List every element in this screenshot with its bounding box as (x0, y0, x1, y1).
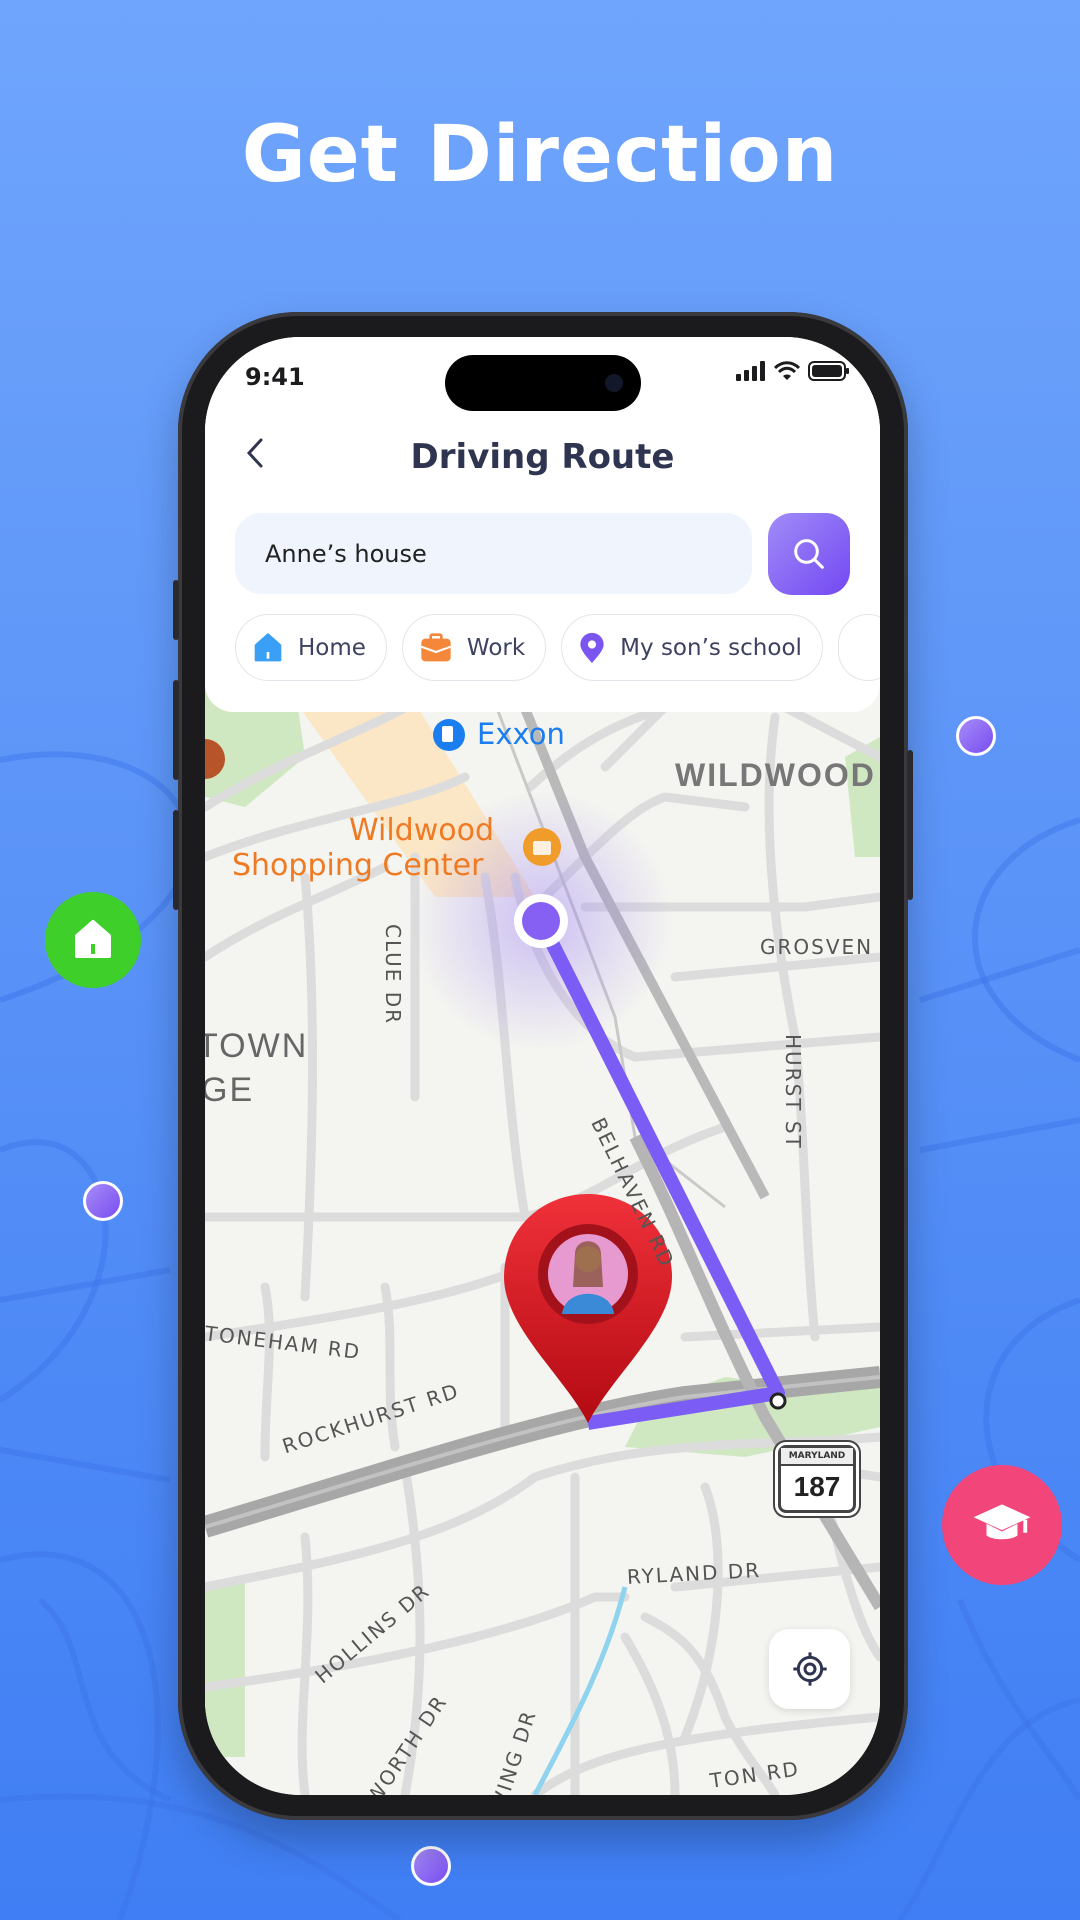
chip-more[interactable] (837, 614, 880, 681)
exxon-icon (433, 719, 465, 751)
decorative-dot (956, 716, 996, 756)
status-time: 9:41 (245, 363, 305, 391)
headline: Get Direction (241, 110, 839, 200)
crosshair-icon (792, 1652, 827, 1686)
phone-side-button (907, 750, 913, 900)
route-shield: MARYLAND 187 (778, 1445, 856, 1513)
search-input[interactable] (235, 513, 752, 594)
start-location-dot-inner (522, 902, 560, 940)
status-icons (736, 361, 850, 381)
map-label-town: GE (205, 1071, 255, 1109)
phone-side-button (173, 810, 179, 910)
home-icon (254, 632, 282, 661)
chip-my-sons-school[interactable]: My son’s school (561, 614, 823, 681)
chip-work[interactable]: Work (401, 614, 547, 681)
decorative-dot (83, 1181, 123, 1221)
route-end-marker (769, 1392, 787, 1410)
location-pin-icon (580, 632, 604, 663)
page-title: Driving Route (410, 437, 675, 477)
home-icon (75, 920, 111, 958)
search-button[interactable] (768, 513, 850, 595)
map-label-town: TOWN (205, 1027, 309, 1065)
header-panel: 9:41 Driving Route Home Work M (205, 337, 880, 712)
signal-icon (736, 361, 765, 381)
search-icon (794, 539, 824, 569)
dynamic-island (445, 355, 641, 411)
decorative-dot (411, 1846, 451, 1886)
phone-side-button (173, 680, 179, 780)
floating-home-badge (45, 892, 141, 988)
camera (605, 374, 623, 392)
map-label-shopping: Wildwood (349, 813, 495, 848)
chip-label: My son’s school (620, 634, 802, 661)
park-area (205, 1577, 245, 1757)
shopping-bag-icon (523, 828, 561, 866)
chip-label: Home (298, 634, 366, 661)
phone-side-button (173, 580, 179, 640)
map-label-grosven: GROSVEN (760, 935, 874, 959)
phone-screen: Exxon WILDWOOD Wildwood Shopping Center … (205, 337, 880, 1795)
route-shield-number: 187 (793, 1471, 841, 1502)
my-location-button[interactable] (769, 1629, 850, 1709)
map-label-wildwood: WILDWOOD (675, 757, 876, 793)
map-label-exxon: Exxon (477, 717, 565, 751)
map-label-shopping: Shopping Center (232, 848, 484, 883)
map-label-hurst: HURST ST (781, 1034, 805, 1150)
wifi-icon (774, 361, 800, 380)
chip-home[interactable]: Home (235, 614, 387, 681)
chip-label: Work (466, 634, 526, 661)
map-label-clue: CLUE DR (381, 924, 405, 1026)
graduation-cap-icon (973, 1504, 1031, 1540)
quick-destinations: Home Work My son’s school (235, 614, 880, 681)
briefcase-icon (420, 632, 451, 661)
battery-icon (808, 361, 849, 381)
route-shield-state: MARYLAND (781, 1448, 853, 1466)
floating-school-badge (942, 1465, 1062, 1585)
